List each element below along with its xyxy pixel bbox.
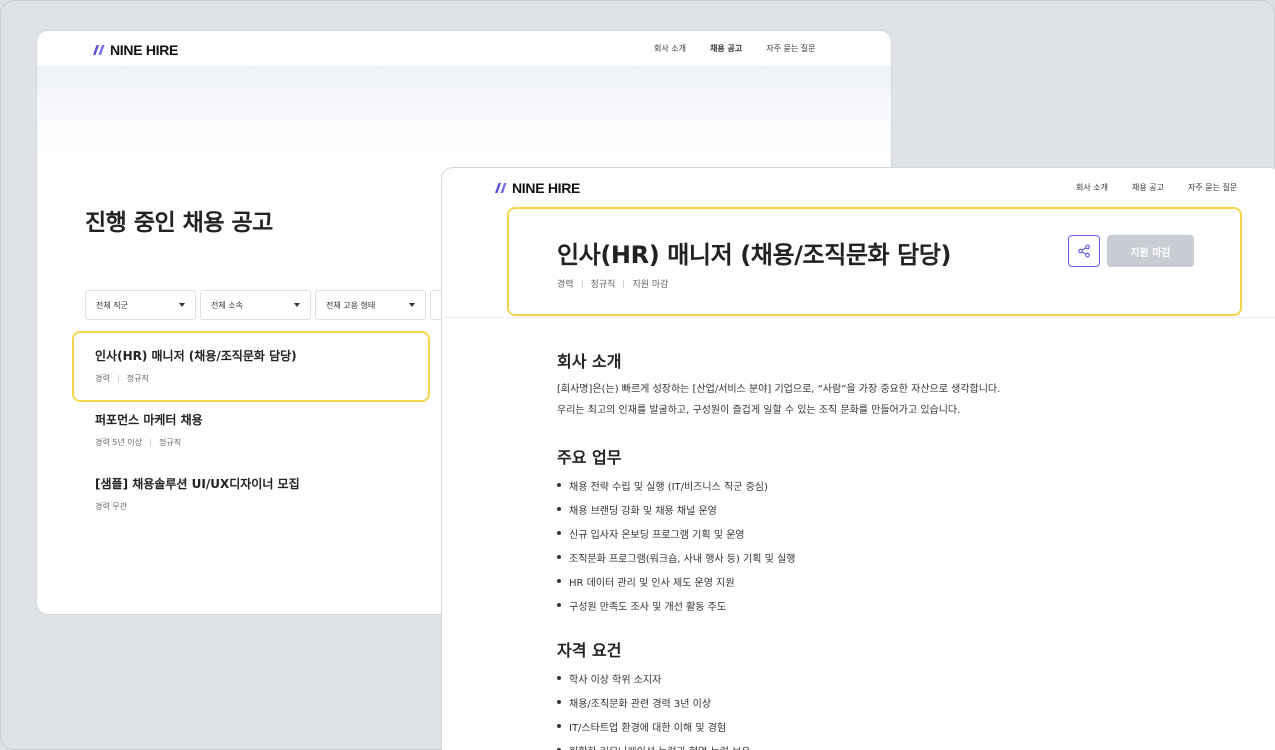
job-meta: 경력 무관 [95, 501, 300, 512]
logo-text: NINE HIRE [512, 180, 581, 196]
job-employment-type: 정규직 [158, 438, 182, 447]
filter-job-category[interactable]: 전체 직군 [85, 290, 196, 320]
list-item: 채용 브랜딩 강화 및 채용 채널 운영 [557, 497, 795, 521]
nav-jobs[interactable]: 채용 공고 [710, 43, 742, 54]
highlight-box [72, 331, 430, 402]
filter-label: 전체 고용 형태 [326, 300, 376, 310]
meta-divider [149, 438, 151, 447]
list-item: 신규 입사자 온보딩 프로그램 기획 및 운영 [557, 521, 795, 545]
top-navigation: NINE HIRE 회사 소개 채용 공고 자주 묻는 질문 [37, 31, 891, 66]
nav-faq[interactable]: 자주 묻는 질문 [1188, 182, 1237, 193]
brand-logo[interactable]: NINE HIRE [494, 180, 580, 196]
job-detail-window: NINE HIRE 회사 소개 채용 공고 자주 묻는 질문 인사(HR) 매니… [441, 167, 1275, 750]
list-item: 원활한 커뮤니케이션 능력과 협업 능력 보유 [557, 738, 751, 750]
highlight-box [507, 207, 1242, 316]
page-title: 진행 중인 채용 공고 [85, 210, 273, 236]
job-title: [샘플] 채용솔루션 UI/UX디자이너 모집 [95, 477, 300, 491]
list-item: 조직문화 프로그램(워크숍, 사내 행사 등) 기획 및 실행 [557, 545, 795, 569]
nav-jobs[interactable]: 채용 공고 [1132, 182, 1164, 193]
job-list-item-designer[interactable]: [샘플] 채용솔루션 UI/UX디자이너 모집 경력 무관 [95, 475, 300, 512]
hero-background [37, 66, 891, 156]
section-heading-about: 회사 소개 [557, 352, 622, 371]
header-divider [442, 317, 1275, 318]
logo-icon [495, 183, 507, 193]
list-item: 채용/조직문화 관련 경력 3년 이상 [557, 690, 751, 714]
job-meta: 경력 5년 이상 정규직 [95, 437, 203, 448]
brand-logo[interactable]: NINE HIRE [92, 42, 178, 58]
section-heading-requirements: 자격 요건 [557, 641, 622, 660]
about-line: [회사명]은(는) 빠르게 성장하는 [산업/서비스 분야] 기업으로, “사람… [557, 384, 1001, 395]
duties-list: 채용 전략 수립 및 실행 (IT/비즈니스 직군 중심) 채용 브랜딩 강화 … [557, 473, 795, 617]
caret-down-icon [409, 303, 415, 307]
main-nav: 회사 소개 채용 공고 자주 묻는 질문 [654, 43, 815, 54]
top-navigation: NINE HIRE 회사 소개 채용 공고 자주 묻는 질문 [442, 168, 1275, 203]
logo-text: NINE HIRE [110, 42, 179, 58]
main-nav: 회사 소개 채용 공고 자주 묻는 질문 [1076, 182, 1237, 193]
logo-icon [93, 45, 105, 55]
job-experience: 경력 무관 [95, 502, 127, 511]
nav-about[interactable]: 회사 소개 [1076, 182, 1108, 193]
filter-employment-type[interactable]: 전체 고용 형태 [315, 290, 426, 320]
about-text: [회사명]은(는) 빠르게 성장하는 [산업/서비스 분야] 기업으로, “사람… [557, 379, 1000, 421]
filter-label: 전체 소속 [211, 300, 243, 310]
nav-faq[interactable]: 자주 묻는 질문 [766, 43, 815, 54]
list-item: HR 데이터 관리 및 인사 제도 운영 지원 [557, 569, 795, 593]
job-title: 퍼포먼스 마케터 채용 [95, 413, 203, 427]
caret-down-icon [294, 303, 300, 307]
list-item: 학사 이상 학위 소지자 [557, 666, 751, 690]
requirements-list: 학사 이상 학위 소지자 채용/조직문화 관련 경력 3년 이상 IT/스타트업… [557, 666, 751, 750]
list-item: 채용 전략 수립 및 실행 (IT/비즈니스 직군 중심) [557, 473, 795, 497]
filter-affiliation[interactable]: 전체 소속 [200, 290, 311, 320]
filter-label: 전체 직군 [96, 300, 128, 310]
caret-down-icon [179, 303, 185, 307]
job-experience: 경력 5년 이상 [95, 438, 142, 447]
list-item: 구성원 만족도 조사 및 개선 활동 주도 [557, 593, 795, 617]
nav-about[interactable]: 회사 소개 [654, 43, 686, 54]
section-heading-duties: 주요 업무 [557, 448, 622, 467]
list-item: IT/스타트업 환경에 대한 이해 및 경험 [557, 714, 751, 738]
job-list-item-marketer[interactable]: 퍼포먼스 마케터 채용 경력 5년 이상 정규직 [95, 411, 203, 448]
about-line: 우리는 최고의 인재를 발굴하고, 구성원이 즐겁게 일할 수 있는 조직 문화… [557, 405, 961, 416]
